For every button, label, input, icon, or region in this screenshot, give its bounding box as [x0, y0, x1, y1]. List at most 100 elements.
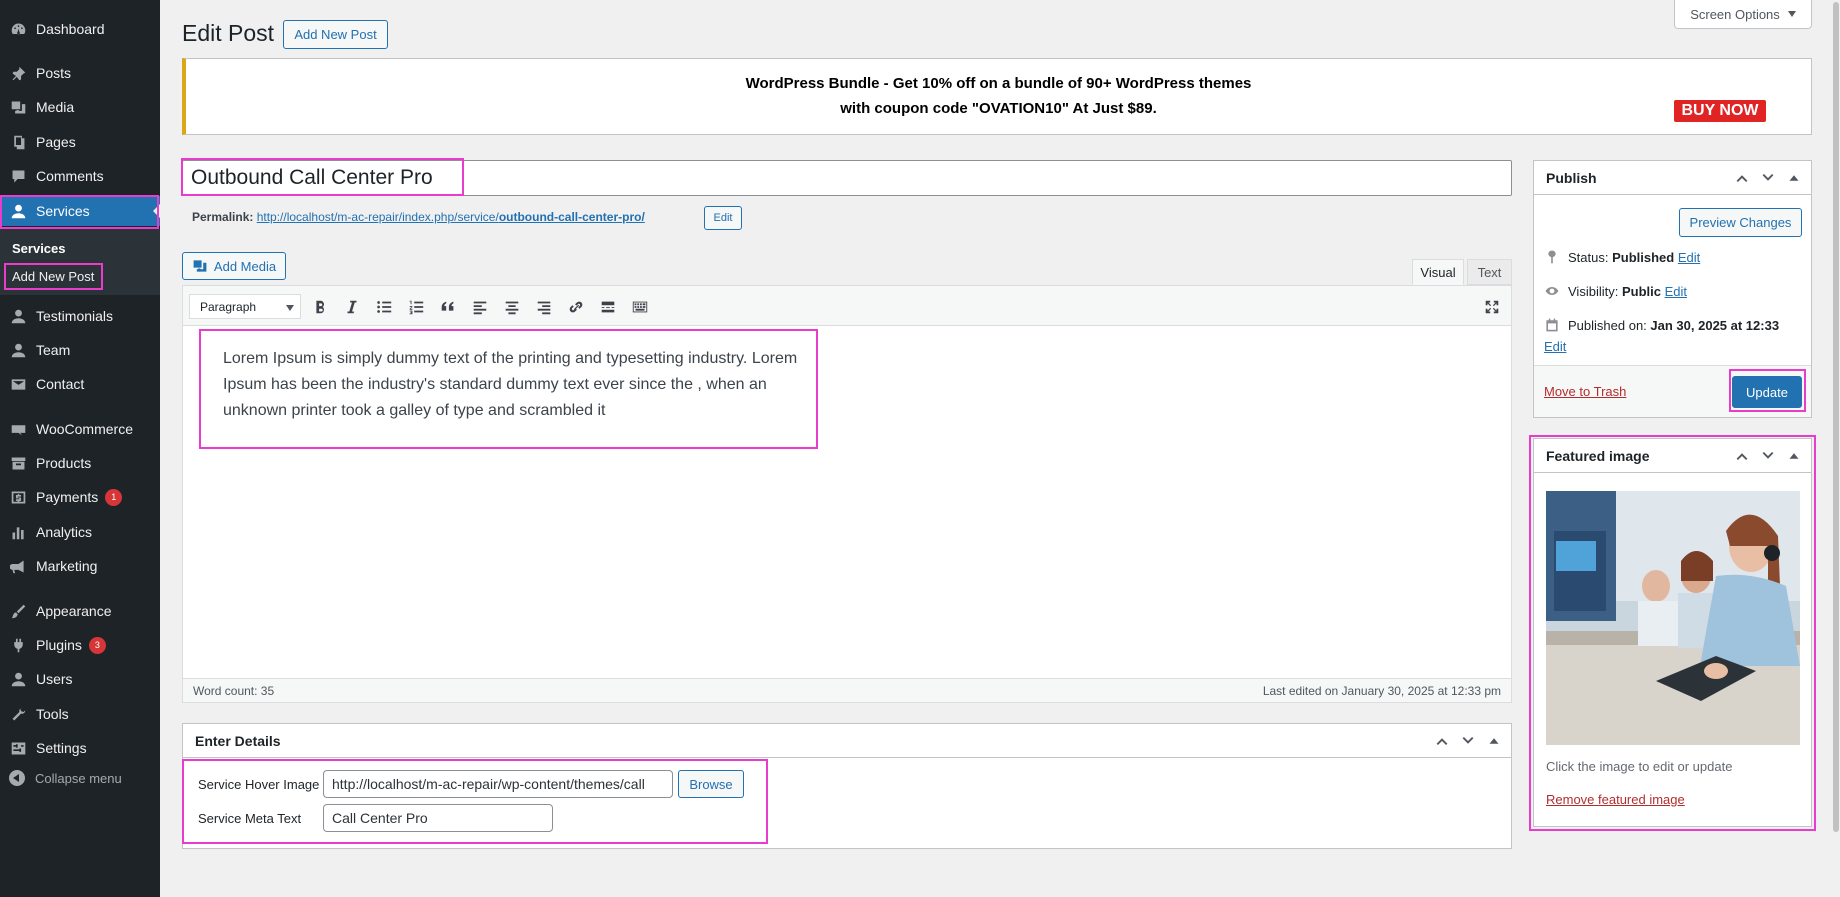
sidebar-item-users[interactable]: Users [0, 664, 160, 694]
bold-icon [316, 300, 324, 314]
meta-text-input[interactable]: Call Center Pro [323, 804, 553, 832]
screen-options-label: Screen Options [1690, 6, 1780, 22]
permalink-link[interactable]: http://localhost/m-ac-repair/index.php/s… [257, 210, 645, 224]
featured-image-thumbnail[interactable] [1546, 491, 1800, 745]
sidebar-item-analytics[interactable]: Analytics [0, 517, 160, 547]
quote-icon [441, 301, 454, 311]
services-submenu: Services Add New Post [0, 229, 160, 295]
fullscreen-icon [1485, 300, 1499, 314]
sidebar-item-contact[interactable]: Contact [0, 369, 160, 399]
toggle-panel-icon[interactable] [1785, 169, 1803, 187]
numbered-list-icon [409, 300, 424, 315]
chevron-down-icon [286, 305, 294, 311]
toggle-panel-icon[interactable] [1785, 447, 1803, 465]
pin-icon [9, 64, 27, 82]
read-more-button[interactable] [597, 296, 619, 318]
blockquote-button[interactable] [437, 296, 459, 318]
chevron-down-icon[interactable] [1459, 732, 1477, 750]
preview-changes-button[interactable]: Preview Changes [1679, 208, 1802, 237]
tab-visual[interactable]: Visual [1412, 259, 1464, 285]
visibility-edit-link[interactable]: Edit [1665, 284, 1687, 299]
enter-details-box: Enter Details Service Hover Image http:/… [182, 723, 1512, 849]
pin-icon [1548, 250, 1556, 264]
sidebar-item-services[interactable]: Services [0, 196, 160, 226]
screen-options-button[interactable]: Screen Options [1674, 0, 1812, 29]
sidebar-item-marketing[interactable]: Marketing [0, 551, 160, 581]
sidebar-item-comments[interactable]: Comments [0, 161, 160, 191]
publish-title: Publish [1546, 169, 1597, 186]
sidebar-item-woocommerce[interactable]: WooCommerce [0, 414, 160, 444]
notice-line-1: WordPress Bundle - Get 10% off on a bund… [745, 75, 1252, 92]
sidebar-item-media[interactable]: Media [0, 92, 160, 122]
browse-button[interactable]: Browse [678, 770, 744, 798]
keyboard-icon [632, 301, 648, 313]
sidebar-item-label: Tools [36, 706, 69, 722]
hover-image-input[interactable]: http://localhost/m-ac-repair/wp-content/… [323, 770, 673, 798]
update-button[interactable]: Update [1732, 376, 1802, 408]
format-select[interactable]: Paragraph [189, 294, 301, 319]
buy-now-button[interactable]: BUY NOW [1674, 100, 1766, 122]
toggle-panel-icon[interactable] [1485, 732, 1503, 750]
published-on-row: Published on: Jan 30, 2025 at 12:33 [1544, 317, 1779, 333]
permalink-edit-button[interactable]: Edit [704, 206, 742, 230]
move-to-trash-link[interactable]: Move to Trash [1544, 384, 1626, 399]
sidebar-item-settings[interactable]: Settings [0, 733, 160, 763]
woo-icon [9, 420, 27, 438]
add-new-post-button[interactable]: Add New Post [283, 20, 388, 49]
editor-content[interactable]: Lorem Ipsum is simply dummy text of the … [223, 346, 803, 424]
editor-area: Paragraph Lorem Ipsum is simply dummy te… [182, 285, 1512, 703]
plugin-icon [9, 636, 27, 654]
user-icon [9, 202, 27, 220]
align-right-button[interactable] [533, 296, 555, 318]
sidebar-item-team[interactable]: Team [0, 335, 160, 365]
align-center-button[interactable] [501, 296, 523, 318]
media-icon [9, 98, 27, 116]
chevron-up-icon[interactable] [1433, 732, 1451, 750]
sidebar-item-plugins[interactable]: Plugins 3 [0, 630, 160, 660]
align-left-button[interactable] [469, 296, 491, 318]
toolbar-toggle-button[interactable] [629, 296, 651, 318]
sidebar-item-label: Products [36, 455, 92, 471]
status-edit-link[interactable]: Edit [1678, 250, 1700, 265]
calendar-icon [1546, 318, 1558, 332]
italic-button[interactable] [341, 296, 363, 318]
add-media-button[interactable]: Add Media [182, 252, 286, 280]
published-on-edit-link[interactable]: Edit [1544, 339, 1566, 354]
post-title-input[interactable]: Outbound Call Center Pro [182, 160, 1512, 196]
align-center-icon [505, 301, 519, 315]
insert-link-button[interactable] [565, 296, 587, 318]
page-scrollbar[interactable] [1832, 0, 1840, 897]
numbered-list-button[interactable] [405, 296, 427, 318]
bold-button[interactable] [309, 296, 331, 318]
scrollbar-thumb[interactable] [1833, 2, 1839, 832]
chevron-down-icon[interactable] [1759, 447, 1777, 465]
collapse-menu-label: Collapse menu [35, 770, 122, 786]
bullet-list-button[interactable] [373, 296, 395, 318]
sidebar-item-label: Team [36, 342, 71, 358]
sidebar-item-appearance[interactable]: Appearance [0, 596, 160, 626]
sidebar-item-payments[interactable]: Payments 1 [0, 482, 160, 512]
published-on-value: Jan 30, 2025 at 12:33 [1650, 317, 1780, 333]
megaphone-icon [9, 557, 27, 575]
sidebar-item-posts[interactable]: Posts [0, 58, 160, 88]
sidebar-item-products[interactable]: Products [0, 448, 160, 478]
submenu-add-new-post[interactable]: Add New Post [12, 269, 94, 284]
remove-featured-image-link[interactable]: Remove featured image [1546, 792, 1685, 807]
collapse-menu[interactable]: Collapse menu [9, 770, 122, 786]
italic-icon [347, 300, 357, 314]
chevron-up-icon[interactable] [1733, 447, 1751, 465]
link-icon [569, 301, 583, 313]
chevron-down-icon[interactable] [1759, 169, 1777, 187]
sidebar-item-testimonials[interactable]: Testimonials [0, 301, 160, 331]
permalink-base: http://localhost/m-ac-repair/index.php/s… [256, 210, 499, 224]
sidebar-item-dashboard[interactable]: Dashboard [0, 14, 160, 44]
featured-image-caption: Click the image to edit or update [1546, 759, 1733, 774]
sidebar-item-pages[interactable]: Pages [0, 127, 160, 157]
sidebar-item-label: Posts [36, 65, 72, 81]
fullscreen-button[interactable] [1481, 296, 1503, 318]
sidebar-item-tools[interactable]: Tools [0, 699, 160, 729]
submenu-title[interactable]: Services [12, 241, 66, 256]
settings-icon [9, 739, 27, 757]
tab-text[interactable]: Text [1467, 259, 1512, 285]
chevron-up-icon[interactable] [1733, 169, 1751, 187]
